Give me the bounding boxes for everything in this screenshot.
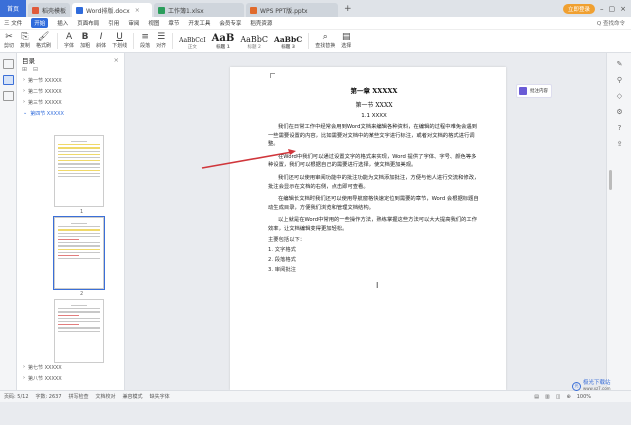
watermark-url: www.xz7.com [583, 386, 611, 391]
web-view-icon[interactable]: ▥ [545, 394, 550, 400]
site-watermark: 光 极光下载站 www.xz7.com [572, 380, 611, 392]
status-proofread[interactable]: 文档校对 [96, 393, 116, 400]
status-bar: 页码: 5/12 字数: 2637 拼写检查 文档校对 兼容模式 缺失字体 ▤ … [0, 390, 631, 402]
status-compat: 兼容模式 [122, 394, 143, 400]
right-tool-strip: ✎ ⚲ ◇ ⚙ ? ⇪ [606, 53, 631, 390]
status-missing-font[interactable]: 缺失字体 [150, 393, 170, 400]
status-page[interactable]: 页码: 5/12 [4, 393, 29, 400]
settings-icon[interactable]: ⚙ [615, 108, 624, 117]
help-icon[interactable]: ? [615, 124, 624, 133]
shape-icon[interactable]: ◇ [615, 92, 624, 101]
status-word-count[interactable]: 字数: 2637 [36, 393, 62, 400]
outline-view-icon[interactable]: ◫ [556, 394, 561, 400]
status-spellcheck[interactable]: 拼写检查 [69, 393, 89, 400]
zoom-level[interactable]: 100% [577, 394, 591, 400]
vertical-scrollbar[interactable] [609, 170, 612, 190]
watermark-logo: 光 [572, 381, 581, 391]
page-view-icon[interactable]: ▤ [534, 394, 539, 400]
watermark-text: 极光下载站 www.xz7.com [583, 380, 611, 392]
share-icon[interactable]: ⇪ [615, 140, 624, 149]
zoom-in-icon[interactable]: ⊕ [567, 394, 571, 400]
view-controls: ▤ ▥ ◫ ⊕ 100% [534, 394, 631, 400]
annotation-arrow [201, 149, 296, 169]
filter-icon[interactable]: ⚲ [615, 76, 624, 85]
pin-icon[interactable]: ✎ [615, 60, 624, 69]
